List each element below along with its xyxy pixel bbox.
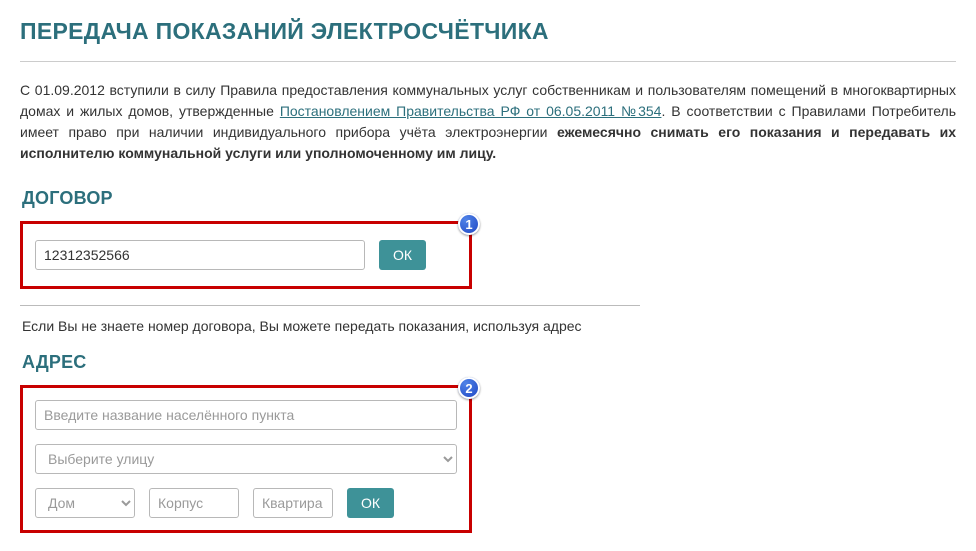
callout-badge-1: 1 <box>458 213 480 235</box>
block-input[interactable] <box>149 488 239 518</box>
intro-paragraph: С 01.09.2012 вступили в силу Правила пре… <box>20 80 956 164</box>
city-input[interactable] <box>35 400 457 430</box>
contract-title: ДОГОВОР <box>22 188 956 209</box>
divider-2 <box>20 305 640 306</box>
house-select[interactable]: Дом <box>35 488 135 518</box>
street-select[interactable]: Выберите улицу <box>35 444 457 474</box>
flat-input[interactable] <box>253 488 333 518</box>
contract-ok-button[interactable]: ОК <box>379 240 426 270</box>
page-title: ПЕРЕДАЧА ПОКАЗАНИЙ ЭЛЕКТРОСЧЁТЧИКА <box>20 18 956 45</box>
address-title: АДРЕС <box>22 352 956 373</box>
callout-badge-2: 2 <box>458 377 480 399</box>
divider <box>20 61 956 62</box>
address-callout: 2 Выберите улицу Дом ОК <box>20 385 472 533</box>
address-ok-button[interactable]: ОК <box>347 488 394 518</box>
intro-link[interactable]: Постановлением Правительства РФ от 06.05… <box>280 103 662 119</box>
contract-input[interactable] <box>35 240 365 270</box>
note-text: Если Вы не знаете номер договора, Вы мож… <box>22 318 956 334</box>
contract-callout: 1 ОК <box>20 221 472 289</box>
